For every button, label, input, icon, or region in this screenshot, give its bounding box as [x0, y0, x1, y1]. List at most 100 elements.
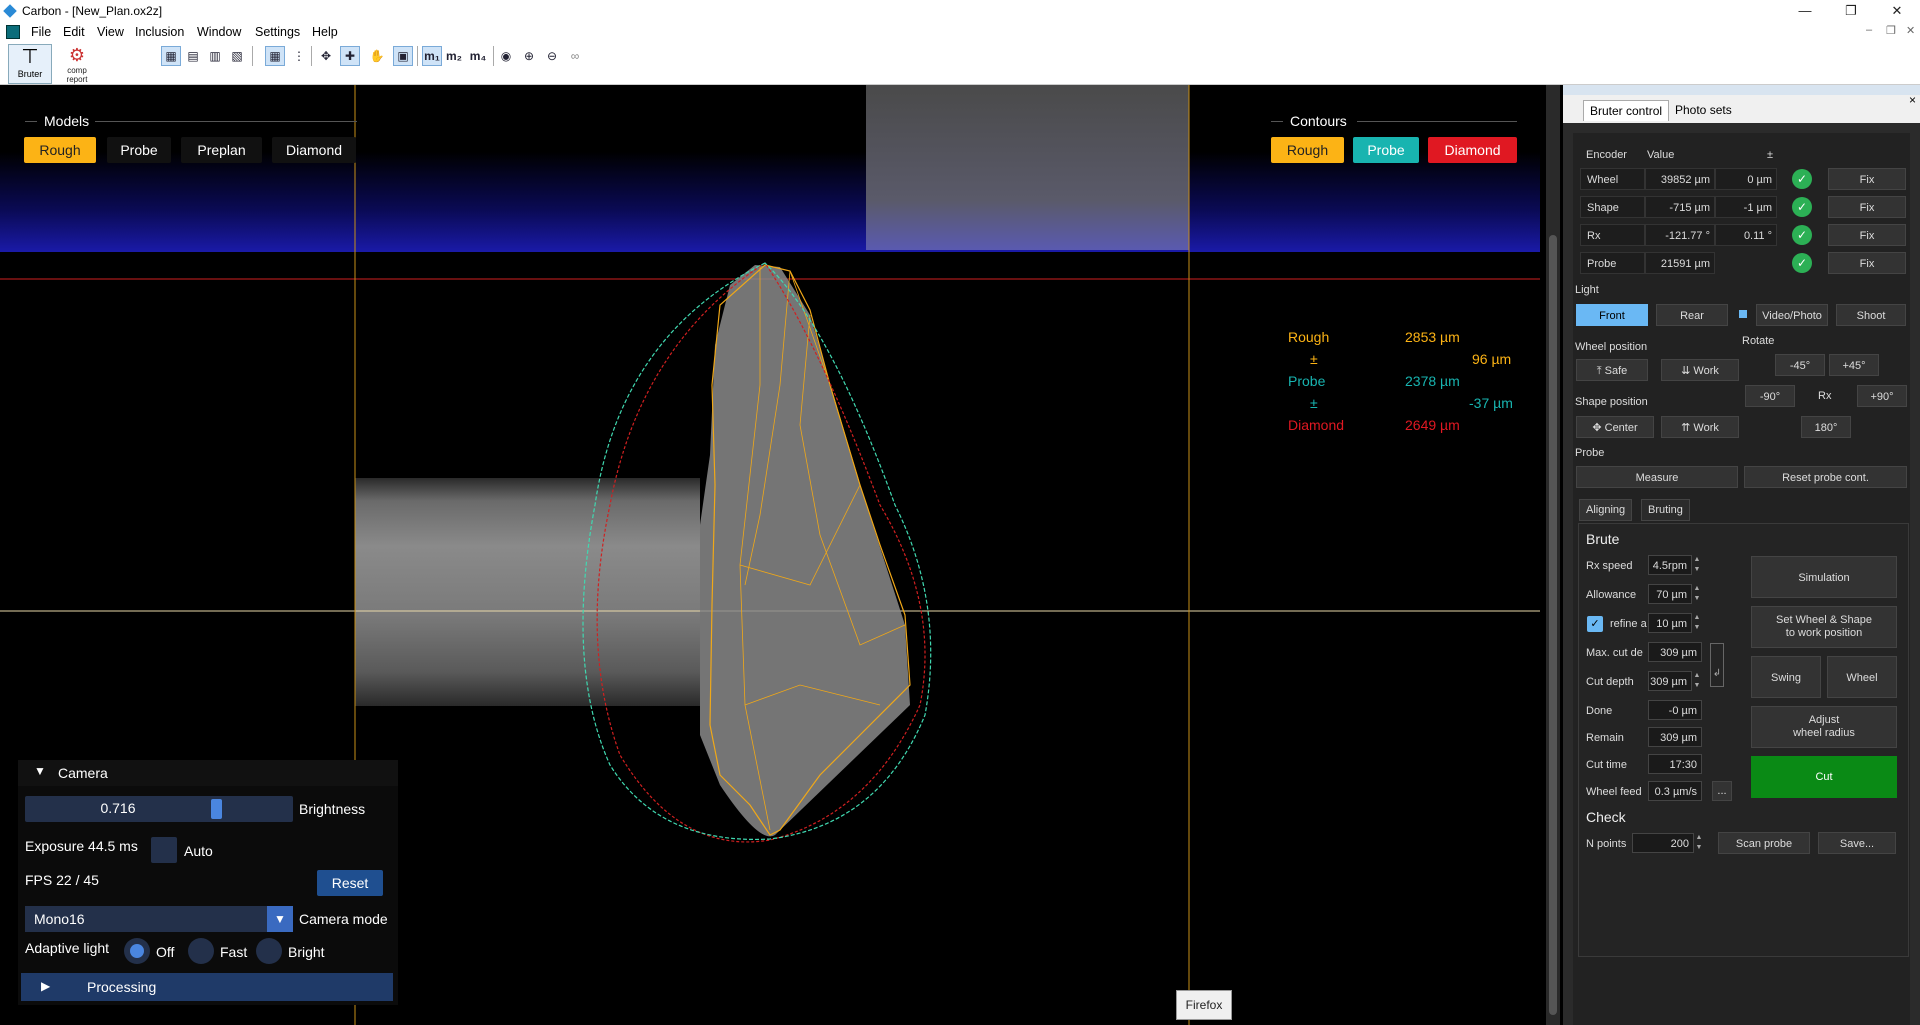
scrollbar-thumb[interactable] — [1549, 235, 1557, 1015]
scan-probe-button[interactable]: Scan probe — [1718, 832, 1810, 854]
menu-file[interactable]: File — [31, 25, 51, 39]
menu-window[interactable]: Window — [197, 25, 241, 39]
link-depths-toggle[interactable]: ↲ — [1710, 643, 1724, 687]
rx-speed-stepper[interactable]: ▲ ▼ — [1692, 555, 1702, 575]
comp-report-button[interactable]: ⚙ comp report — [56, 44, 98, 84]
probe-fix-button[interactable]: Fix — [1828, 252, 1906, 274]
contour-probe-button[interactable]: Probe — [1353, 137, 1419, 163]
allowance-stepper[interactable]: ▲ ▼ — [1692, 584, 1702, 604]
menu-edit[interactable]: Edit — [63, 25, 85, 39]
npoints-input[interactable]: 200 — [1632, 833, 1694, 853]
zoom-in-icon[interactable]: ⊕ — [519, 46, 539, 66]
tab-bruting[interactable]: Bruting — [1641, 499, 1690, 521]
tab-photo-sets[interactable]: Photo sets — [1669, 100, 1738, 120]
cut-depth-stepper[interactable]: ▲ ▼ — [1692, 671, 1702, 691]
simulation-button[interactable]: Simulation — [1751, 556, 1897, 598]
brightness-slider-knob[interactable] — [211, 799, 222, 819]
cut-button[interactable]: Cut — [1751, 756, 1897, 798]
camera-mode-select[interactable]: Mono16 ▼ — [25, 906, 293, 932]
light-rear-button[interactable]: Rear — [1656, 304, 1728, 326]
model-diamond-button[interactable]: Diamond — [272, 137, 356, 163]
contour-rough-button[interactable]: Rough — [1271, 137, 1344, 163]
shoot-button[interactable]: Shoot — [1836, 304, 1906, 326]
model-rough-button[interactable]: Rough — [24, 137, 96, 163]
m4-icon[interactable]: m₄ — [468, 46, 488, 66]
rotate-plus45-button[interactable]: +45° — [1829, 354, 1879, 376]
refine-input[interactable]: 10 µm — [1648, 613, 1692, 633]
brightness-slider[interactable]: 0.716 — [25, 796, 293, 822]
rotate-minus90-button[interactable]: -90° — [1745, 385, 1795, 407]
refine-stepper[interactable]: ▲ ▼ — [1692, 613, 1702, 633]
eye-icon[interactable]: ◉ — [496, 46, 516, 66]
more-options-icon[interactable]: ⋮ — [289, 46, 309, 66]
cut-depth-input[interactable]: 309 µm — [1648, 671, 1692, 691]
minimize-button[interactable]: — — [1782, 0, 1828, 22]
reset-button[interactable]: Reset — [317, 870, 383, 896]
layout-split-h-icon[interactable]: ▤ — [183, 46, 203, 66]
set-wheel-shape-button[interactable]: Set Wheel & Shape to work position — [1751, 606, 1897, 648]
rotate-plus90-button[interactable]: +90° — [1857, 385, 1907, 407]
adaptive-bright-radio[interactable] — [256, 938, 282, 964]
wheel-fix-button[interactable]: Fix — [1828, 168, 1906, 190]
save-button[interactable]: Save... — [1818, 832, 1896, 854]
mdi-close-icon[interactable]: ✕ — [1906, 24, 1915, 37]
m2-icon[interactable]: m₂ — [444, 46, 464, 66]
model-probe-button[interactable]: Probe — [107, 137, 171, 163]
tab-aligning[interactable]: Aligning — [1579, 499, 1633, 521]
refine-checkbox[interactable]: ✓ — [1587, 616, 1603, 632]
close-icon[interactable]: × — [1909, 93, 1916, 107]
grid-icon[interactable]: ▦ — [265, 46, 285, 66]
viewport-scrollbar[interactable] — [1546, 85, 1560, 1025]
wheel-safe-button[interactable]: ⤒ Safe — [1576, 359, 1648, 381]
pan-icon[interactable]: ✚ — [340, 46, 360, 66]
camera-position-icon[interactable]: ▣ — [393, 46, 413, 66]
swing-button[interactable]: Swing — [1751, 656, 1821, 698]
rotate-minus45-button[interactable]: -45° — [1775, 354, 1825, 376]
tab-bruter-control[interactable]: Bruter control — [1583, 100, 1670, 121]
layout-quad-icon[interactable]: ▧ — [227, 46, 247, 66]
menu-settings[interactable]: Settings — [255, 25, 300, 39]
rotate-180-button[interactable]: 180° — [1801, 416, 1851, 438]
max-cut-depth-input[interactable]: 309 µm — [1648, 642, 1702, 662]
menu-view[interactable]: View — [97, 25, 124, 39]
auto-checkbox[interactable] — [151, 837, 177, 863]
close-button[interactable]: ✕ — [1874, 0, 1920, 22]
processing-section[interactable]: ▶ Processing — [21, 973, 393, 1001]
menu-inclusion[interactable]: Inclusion — [135, 25, 184, 39]
wheel-feed-more-button[interactable]: ... — [1712, 781, 1732, 801]
menu-help[interactable]: Help — [312, 25, 338, 39]
layout-single-icon[interactable]: ▦ — [161, 46, 181, 66]
adaptive-fast-radio[interactable] — [188, 938, 214, 964]
wheel-work-button[interactable]: ⇊ Work — [1661, 359, 1739, 381]
model-preplan-button[interactable]: Preplan — [181, 137, 262, 163]
rx-fix-button[interactable]: Fix — [1828, 224, 1906, 246]
mdi-minimize-icon[interactable]: – — [1866, 24, 1872, 36]
adaptive-off-radio[interactable] — [124, 938, 150, 964]
light-front-button[interactable]: Front — [1576, 304, 1648, 326]
camera-header[interactable]: ▼ Camera — [18, 760, 398, 786]
mdi-restore-icon[interactable]: ❐ — [1886, 24, 1896, 37]
adjust-wheel-radius-button[interactable]: Adjust wheel radius — [1751, 706, 1897, 748]
move-icon[interactable]: ✥ — [316, 46, 336, 66]
shape-work-button[interactable]: ⇈ Work — [1661, 416, 1739, 438]
video-photo-checkbox[interactable] — [1739, 310, 1747, 318]
reset-probe-button[interactable]: Reset probe cont. — [1744, 466, 1907, 488]
shape-center-button[interactable]: ✥ Center — [1576, 416, 1654, 438]
shape-fix-button[interactable]: Fix — [1828, 196, 1906, 218]
layout-split-v-icon[interactable]: ▥ — [205, 46, 225, 66]
glasses-icon[interactable]: ∞ — [565, 46, 585, 66]
chevron-down-icon[interactable]: ▼ — [267, 906, 293, 932]
maximize-button[interactable]: ❐ — [1828, 0, 1874, 22]
measure-button[interactable]: Measure — [1576, 466, 1738, 488]
m1-icon[interactable]: m₁ — [422, 46, 442, 66]
video-photo-button[interactable]: Video/Photo — [1756, 304, 1828, 326]
npoints-stepper[interactable]: ▲ ▼ — [1694, 833, 1704, 853]
contour-diamond-button[interactable]: Diamond — [1428, 137, 1517, 163]
hand-icon[interactable]: ✋ — [367, 46, 387, 66]
zoom-out-icon[interactable]: ⊖ — [542, 46, 562, 66]
wheel-feed-input[interactable]: 0.3 µm/s — [1648, 781, 1702, 801]
bruter-button[interactable]: ⊤ Bruter — [8, 44, 52, 84]
wheel-button[interactable]: Wheel — [1827, 656, 1897, 698]
allowance-input[interactable]: 70 µm — [1648, 584, 1692, 604]
rx-speed-input[interactable]: 4.5rpm — [1648, 555, 1692, 575]
